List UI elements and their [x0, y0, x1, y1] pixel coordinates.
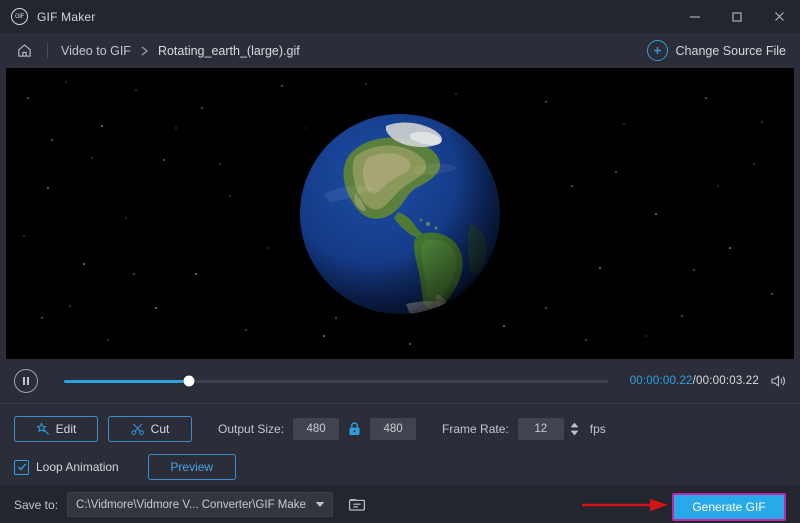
- checkbox-box: [14, 459, 29, 475]
- generate-gif-button[interactable]: Generate GIF: [672, 493, 786, 521]
- player-control-bar: 00:00:00.22/00:00:03.22: [0, 359, 800, 404]
- preview-button[interactable]: Preview: [147, 454, 236, 480]
- folder-icon: [348, 499, 366, 511]
- save-path-dropdown[interactable]: [306, 492, 334, 517]
- window-controls: [674, 0, 800, 33]
- loop-animation-label: Loop Animation: [36, 460, 119, 474]
- pause-icon-bar-right: [27, 377, 29, 385]
- output-height-input[interactable]: 480: [370, 418, 417, 440]
- current-time: 00:00:00.22: [629, 375, 693, 387]
- magic-wand-icon: [36, 422, 50, 436]
- save-path-input[interactable]: C:\Vidmore\Vidmore V... Converter\GIF Ma…: [67, 492, 307, 517]
- gif-maker-window: GIF GIF Maker Video to GIF Rotating_eart…: [0, 0, 800, 523]
- breadcrumb-bar: Video to GIF Rotating_earth_(large).gif …: [0, 33, 800, 68]
- breadcrumb-parent[interactable]: Video to GIF: [61, 44, 131, 58]
- annotation-arrow: [582, 498, 668, 512]
- change-source-file-label: Change Source File: [675, 43, 786, 58]
- window-title: GIF Maker: [37, 9, 96, 24]
- scissors-icon: [131, 422, 145, 436]
- save-bar: Save to: C:\Vidmore\Vidmore V... Convert…: [0, 486, 800, 523]
- app-logo-icon: GIF: [11, 8, 28, 25]
- stepper-up-icon: [570, 422, 579, 428]
- frame-rate-units: fps: [589, 422, 606, 436]
- maximize-button[interactable]: [716, 0, 758, 33]
- progress-slider-fill: [64, 379, 190, 383]
- browse-folder-button[interactable]: [345, 494, 369, 516]
- frame-rate-input[interactable]: 12: [517, 418, 564, 440]
- plus-circle-icon: [646, 40, 668, 61]
- lock-closed-icon[interactable]: [347, 421, 362, 437]
- home-icon[interactable]: [14, 41, 34, 61]
- cut-button-label: Cut: [150, 422, 170, 436]
- options-row-editing: Edit Cut Output Size: 480 480 Frame Rate…: [14, 404, 786, 448]
- stepper-down-icon: [570, 430, 579, 436]
- options-panel: Edit Cut Output Size: 480 480 Frame Rate…: [0, 404, 800, 486]
- progress-slider-handle[interactable]: [183, 375, 195, 387]
- progress-slider[interactable]: [64, 375, 608, 387]
- speaker-icon[interactable]: [770, 374, 786, 388]
- cut-button[interactable]: Cut: [108, 416, 192, 442]
- edit-button-label: Edit: [55, 422, 77, 436]
- frame-rate-stepper[interactable]: [569, 422, 581, 436]
- time-display: 00:00:00.22/00:00:03.22: [630, 375, 759, 387]
- video-preview-area[interactable]: [0, 68, 800, 359]
- breadcrumb-current-file: Rotating_earth_(large).gif: [157, 43, 300, 58]
- edit-button[interactable]: Edit: [14, 416, 98, 442]
- save-to-label: Save to:: [14, 497, 59, 512]
- output-width-input[interactable]: 480: [293, 418, 340, 440]
- check-icon: [17, 463, 26, 471]
- loop-animation-checkbox[interactable]: Loop Animation: [14, 459, 119, 475]
- change-source-file-button[interactable]: Change Source File: [646, 33, 786, 68]
- earth-globe-image: [300, 113, 500, 314]
- output-size-label: Output Size:: [218, 422, 285, 436]
- close-button[interactable]: [758, 0, 800, 33]
- total-time: 00:00:03.22: [696, 375, 759, 387]
- breadcrumb-divider: [47, 43, 48, 58]
- chevron-down-icon: [315, 502, 324, 507]
- title-bar: GIF GIF Maker: [0, 0, 800, 33]
- video-canvas: [6, 68, 794, 359]
- pause-button[interactable]: [14, 369, 38, 393]
- chevron-right-icon: [140, 45, 149, 57]
- minimize-button[interactable]: [674, 0, 716, 33]
- pause-icon-bar-left: [23, 377, 25, 385]
- options-row-loop: Loop Animation Preview: [14, 448, 786, 486]
- frame-rate-label: Frame Rate:: [442, 422, 509, 436]
